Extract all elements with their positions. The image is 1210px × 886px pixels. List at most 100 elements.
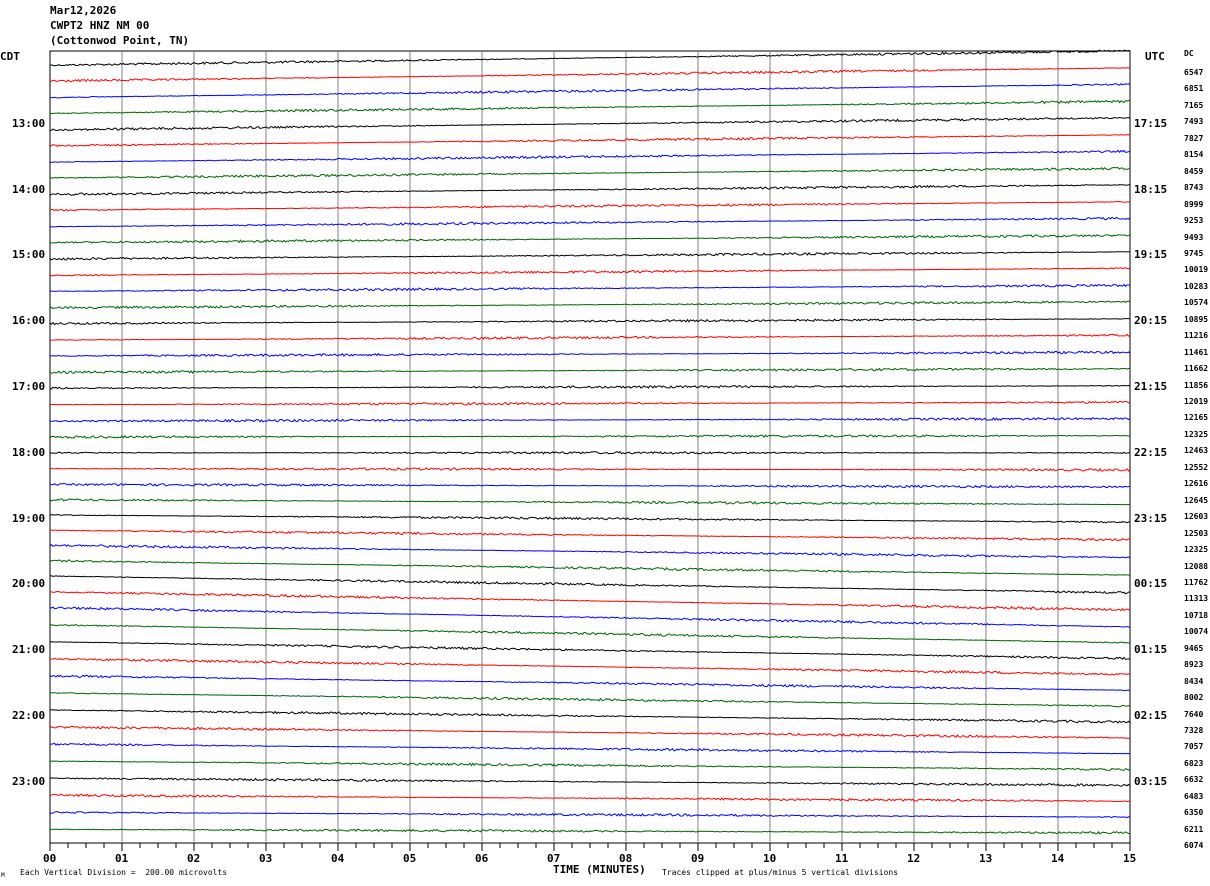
seismic-trace	[49, 251, 1131, 261]
x-tick-label: 03	[259, 852, 273, 865]
seismic-trace	[49, 575, 1131, 595]
traces	[49, 49, 1131, 835]
dc-offset-value: 7493	[1184, 117, 1204, 127]
dc-offset-value: 9253	[1184, 216, 1204, 226]
x-tick-label: 09	[691, 852, 705, 865]
dc-offset-value: 12552	[1184, 462, 1209, 472]
seismic-trace	[49, 498, 1131, 506]
seismic-trace	[49, 83, 1131, 99]
seismic-trace	[49, 514, 1131, 524]
dc-offset-value: 12616	[1184, 479, 1209, 489]
seismic-trace	[49, 793, 1131, 803]
dc-offset-value: 12603	[1184, 512, 1209, 522]
dc-offset-value: 9745	[1184, 248, 1204, 258]
dc-offset-value: 7827	[1184, 133, 1204, 143]
right-hour-label: 03:15	[1134, 774, 1168, 788]
dc-offset-value: 9493	[1184, 232, 1204, 242]
dc-offset-value: 12019	[1184, 397, 1209, 406]
x-axis-title: TIME (MINUTES)	[553, 863, 646, 876]
dc-offset-value: 12088	[1184, 561, 1209, 571]
dc-offset-value: 12503	[1184, 528, 1209, 538]
dc-offset-value: 12325	[1184, 429, 1209, 439]
x-tick-label: 06	[475, 852, 489, 865]
dc-offset-value: 11662	[1184, 364, 1209, 374]
dc-offset-value: 7165	[1184, 100, 1204, 110]
left-hour-label: 18:00	[12, 445, 46, 459]
x-tick-label: 05	[403, 852, 417, 865]
dc-offset-value: 8743	[1184, 183, 1204, 193]
dc-offset-value: 8434	[1184, 676, 1204, 686]
dc-offset-value: 6547	[1184, 68, 1204, 77]
dc-offset-value: 11461	[1184, 347, 1209, 357]
x-axis	[49, 843, 1131, 851]
dc-offset-value: 10019	[1184, 265, 1209, 275]
seismic-trace	[49, 234, 1131, 244]
x-tick-label: 00	[43, 852, 57, 865]
seismic-trace	[49, 559, 1131, 576]
seismic-trace	[49, 267, 1131, 277]
dc-offset-value: 6211	[1184, 824, 1204, 834]
seismic-trace	[49, 434, 1131, 439]
left-hour-label: 19:00	[12, 511, 46, 525]
seismic-trace	[49, 216, 1131, 228]
seismic-trace	[49, 149, 1131, 163]
dc-offset-value: 10574	[1184, 298, 1209, 308]
seismic-trace	[49, 760, 1131, 771]
seismic-trace	[49, 623, 1131, 644]
seismic-trace	[49, 709, 1131, 724]
right-hour-label: 01:15	[1134, 643, 1168, 657]
corner-mark: M	[1, 872, 5, 879]
x-tick-label: 11	[835, 852, 849, 865]
left-hour-label: 22:00	[12, 709, 46, 722]
seismic-trace	[49, 811, 1131, 819]
seismic-trace	[49, 544, 1131, 559]
dc-offset-value: 7640	[1184, 709, 1204, 719]
seismic-trace	[49, 283, 1131, 292]
seismic-trace	[49, 183, 1131, 196]
dc-offset-value: 11762	[1184, 577, 1209, 587]
seismic-trace	[49, 333, 1131, 341]
seismic-trace	[49, 777, 1131, 787]
x-tick-label: 12	[907, 852, 921, 865]
seismic-trace	[49, 828, 1131, 835]
x-tick-label: 13	[979, 852, 993, 865]
dc-offset-value: 8459	[1184, 166, 1204, 176]
scale-note: Each Vertical Division = 200.00 microvol…	[20, 868, 228, 877]
right-hour-label: 21:15	[1134, 380, 1168, 393]
seismic-trace	[49, 49, 1131, 67]
right-hour-label: 22:15	[1134, 445, 1168, 459]
left-hour-label: 17:00	[12, 380, 46, 393]
seismic-trace	[49, 482, 1131, 489]
left-hour-label: 20:00	[12, 577, 46, 591]
x-tick-label: 10	[763, 852, 777, 865]
dc-offset-value: 6350	[1184, 808, 1204, 818]
seismic-trace	[49, 367, 1131, 374]
left-hour-label: 14:00	[12, 182, 46, 196]
dc-offset-value: 10895	[1184, 314, 1209, 324]
seismic-trace	[49, 657, 1131, 676]
right-hour-label: 00:15	[1134, 577, 1168, 591]
left-hour-label: 13:00	[12, 116, 46, 130]
dc-offset-value: 6483	[1184, 791, 1204, 801]
x-tick-label: 14	[1051, 852, 1065, 865]
x-tick-label: 02	[187, 852, 201, 865]
seismic-trace	[49, 742, 1131, 755]
seismic-trace	[49, 467, 1131, 472]
dc-offset-value: 8154	[1184, 150, 1204, 160]
dc-offset-value: 6074	[1184, 841, 1204, 851]
left-hour-label: 16:00	[12, 314, 46, 328]
dc-offset-value: 8923	[1184, 660, 1204, 670]
dc-offset-value: 11856	[1184, 380, 1209, 390]
x-tick-label: 01	[115, 852, 129, 865]
dc-offset-value: 8002	[1184, 693, 1204, 703]
dc-offset-value: 12325	[1184, 545, 1209, 555]
seismic-trace	[49, 350, 1131, 357]
seismic-trace	[49, 318, 1131, 326]
dc-offset-value: 6823	[1184, 758, 1204, 768]
right-hour-label: 17:15	[1134, 116, 1168, 130]
dc-offset-value: 6851	[1184, 84, 1204, 94]
dc-offset-value: 12645	[1184, 495, 1209, 505]
dc-offset-value: 12463	[1184, 446, 1209, 456]
seismic-trace	[49, 384, 1131, 390]
seismic-trace	[49, 99, 1131, 115]
